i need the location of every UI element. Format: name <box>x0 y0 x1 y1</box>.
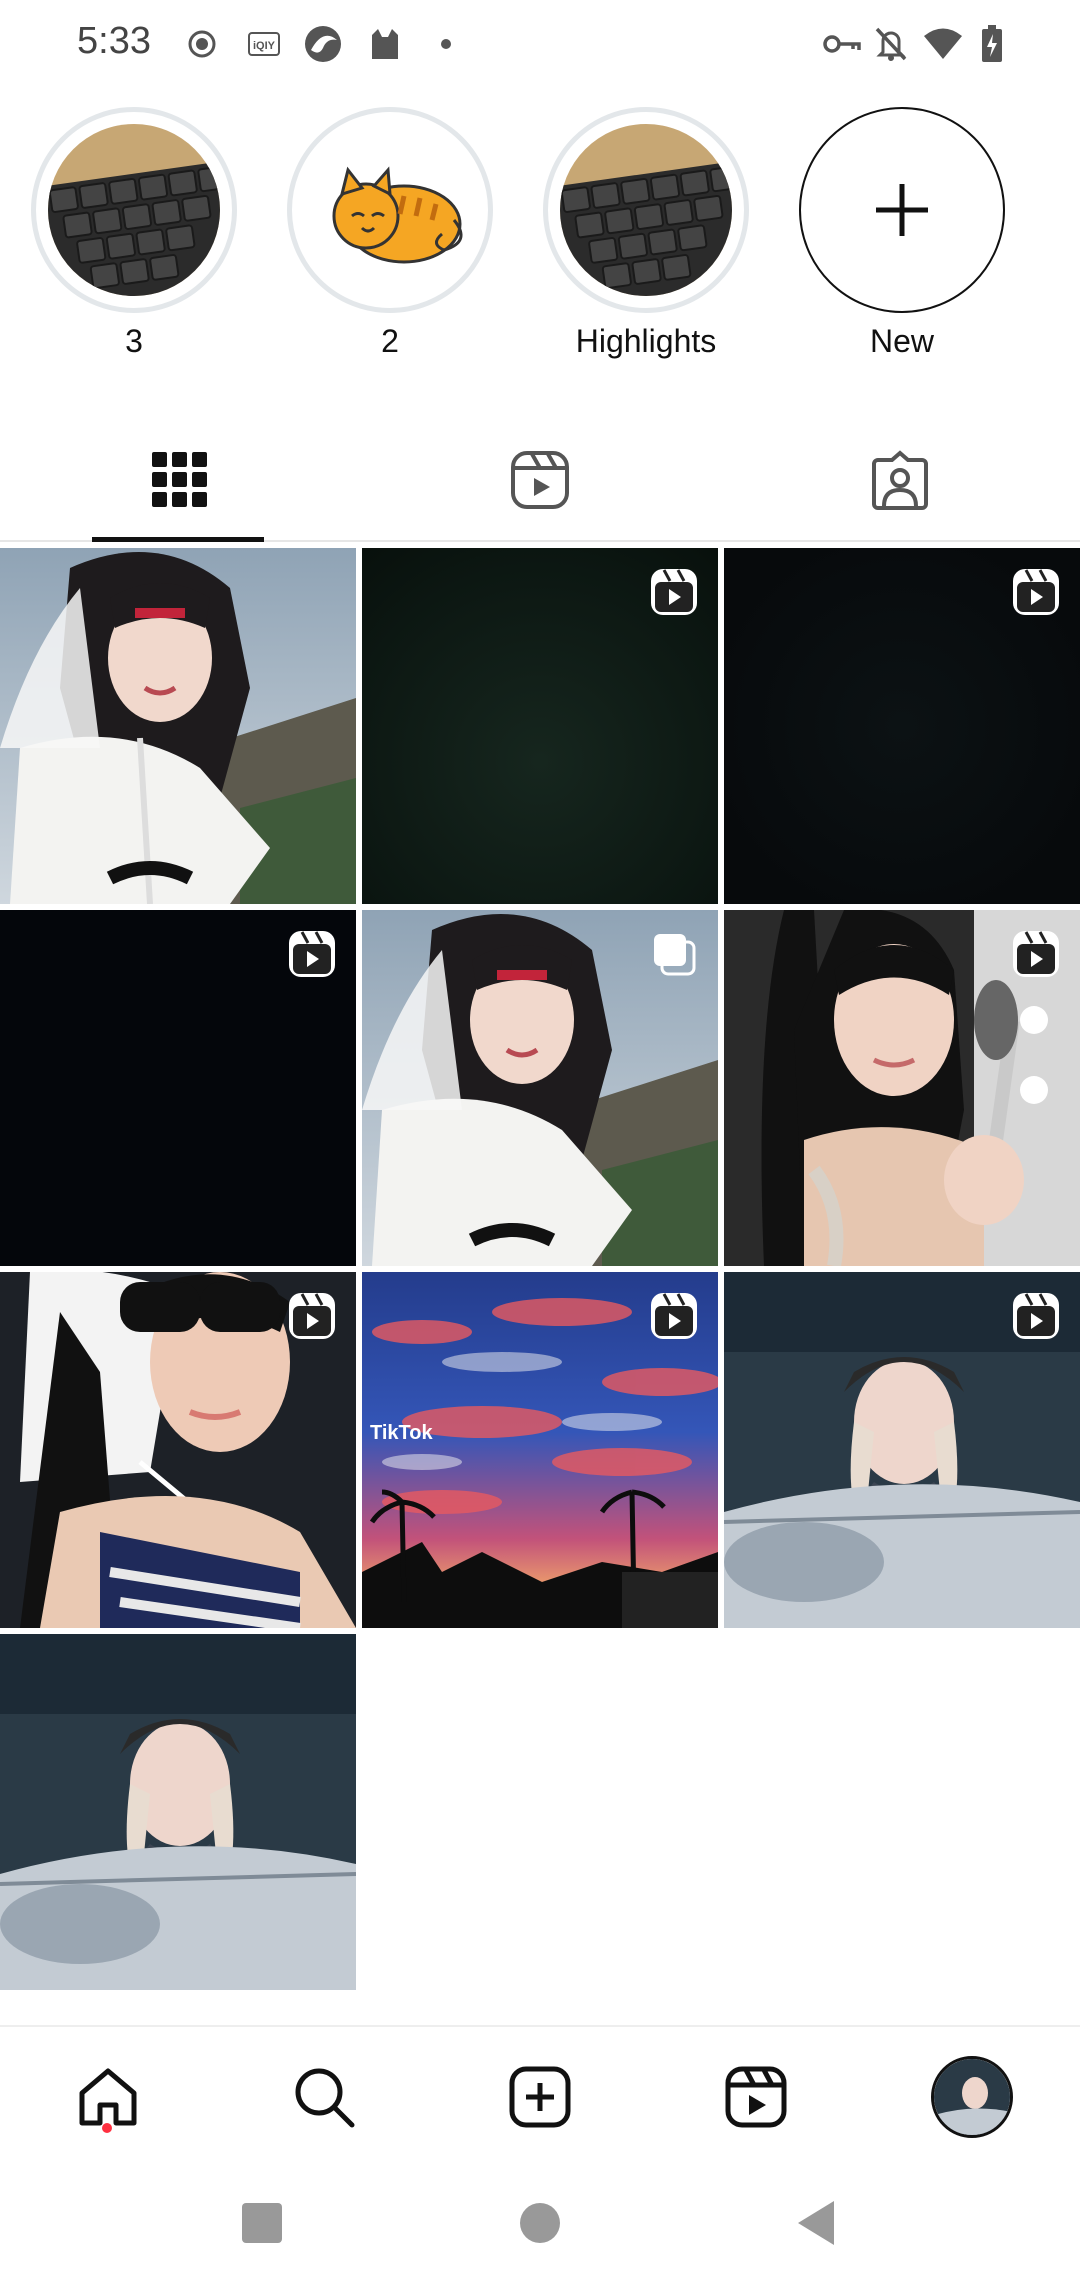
nav-create[interactable] <box>432 2027 648 2167</box>
highlight-item[interactable]: 2 <box>285 105 495 375</box>
tagged-icon <box>872 450 928 510</box>
highlight-label: Highlights <box>575 323 717 359</box>
post-tile[interactable] <box>724 910 1080 1266</box>
reel-badge-icon <box>650 568 698 616</box>
profile-tabs <box>0 420 1080 542</box>
reel-badge-icon <box>1012 1292 1060 1340</box>
vpn-key-icon <box>822 22 862 66</box>
new-highlight-ring <box>799 107 1005 313</box>
post-image-girl-car <box>0 1634 356 1990</box>
post-tile[interactable] <box>362 548 718 904</box>
highlight-label: New <box>869 323 934 359</box>
post-tile[interactable] <box>362 910 718 1266</box>
wifi-icon <box>921 22 965 66</box>
highlight-item[interactable]: 3 <box>29 105 239 375</box>
post-tile[interactable] <box>0 910 356 1266</box>
back-button[interactable] <box>794 2165 838 2280</box>
highlight-ring <box>543 107 749 313</box>
reel-badge-icon <box>650 1292 698 1340</box>
reel-badge-icon <box>1012 568 1060 616</box>
profile-avatar <box>931 2056 1013 2138</box>
bell-off-icon <box>871 22 911 66</box>
reel-badge-icon <box>288 1292 336 1340</box>
plus-icon <box>876 184 928 236</box>
nav-reels[interactable] <box>648 2027 864 2167</box>
highlight-label: 2 <box>381 323 399 359</box>
tab-reels[interactable] <box>360 420 720 540</box>
post-tile[interactable] <box>724 1272 1080 1628</box>
status-time: 5:33 <box>77 20 151 62</box>
post-tile[interactable] <box>0 1272 356 1628</box>
post-tile[interactable]: TikTok <box>362 1272 718 1628</box>
tiktok-watermark: TikTok <box>370 1422 433 1444</box>
home-icon <box>79 2068 137 2126</box>
svg-text:iQIY: iQIY <box>253 40 276 52</box>
cat-app-icon <box>365 22 405 66</box>
tab-tagged[interactable] <box>720 420 1080 540</box>
record-icon <box>185 22 219 66</box>
post-tile[interactable] <box>0 1634 356 1990</box>
browser-icon <box>301 22 345 66</box>
carousel-badge-icon <box>650 930 698 978</box>
tab-grid[interactable] <box>0 420 360 542</box>
nav-home[interactable] <box>0 2027 216 2167</box>
nav-search[interactable] <box>216 2027 432 2167</box>
search-icon <box>295 2068 355 2128</box>
reels-icon <box>725 2066 787 2128</box>
triangle-back-icon <box>798 2200 834 2245</box>
grid-icon <box>152 452 207 507</box>
dot-icon <box>438 22 454 66</box>
highlight-cover-cat <box>304 124 476 296</box>
recents-button[interactable] <box>240 2165 284 2280</box>
nav-profile[interactable] <box>864 2027 1080 2167</box>
story-highlights: 3 2 Highlights New <box>0 105 1080 375</box>
new-highlight-button[interactable]: New <box>797 105 1007 375</box>
highlight-ring <box>31 107 237 313</box>
post-image-girl-fur <box>0 548 356 904</box>
reel-badge-icon <box>288 930 336 978</box>
status-bar: 5:33 iQIY <box>0 0 1080 88</box>
iqiyi-icon: iQIY <box>247 22 281 66</box>
post-tile[interactable] <box>724 548 1080 904</box>
battery-charging-icon <box>976 22 1008 66</box>
reel-badge-icon <box>1012 930 1060 978</box>
create-icon <box>509 2066 571 2128</box>
circle-icon <box>520 2202 560 2243</box>
bottom-navigation <box>0 2025 1080 2165</box>
home-button[interactable] <box>518 2165 562 2280</box>
highlight-cover-keyboard <box>48 124 220 296</box>
system-navigation <box>0 2165 1080 2280</box>
square-icon <box>242 2202 282 2243</box>
post-tile[interactable] <box>0 548 356 904</box>
notification-dot <box>102 2123 112 2133</box>
highlight-cover-keyboard <box>560 124 732 296</box>
reels-icon <box>511 451 569 509</box>
tab-selected-indicator <box>92 537 264 542</box>
highlight-label: 3 <box>125 323 143 359</box>
highlight-ring <box>287 107 493 313</box>
highlight-item[interactable]: Highlights <box>541 105 751 375</box>
